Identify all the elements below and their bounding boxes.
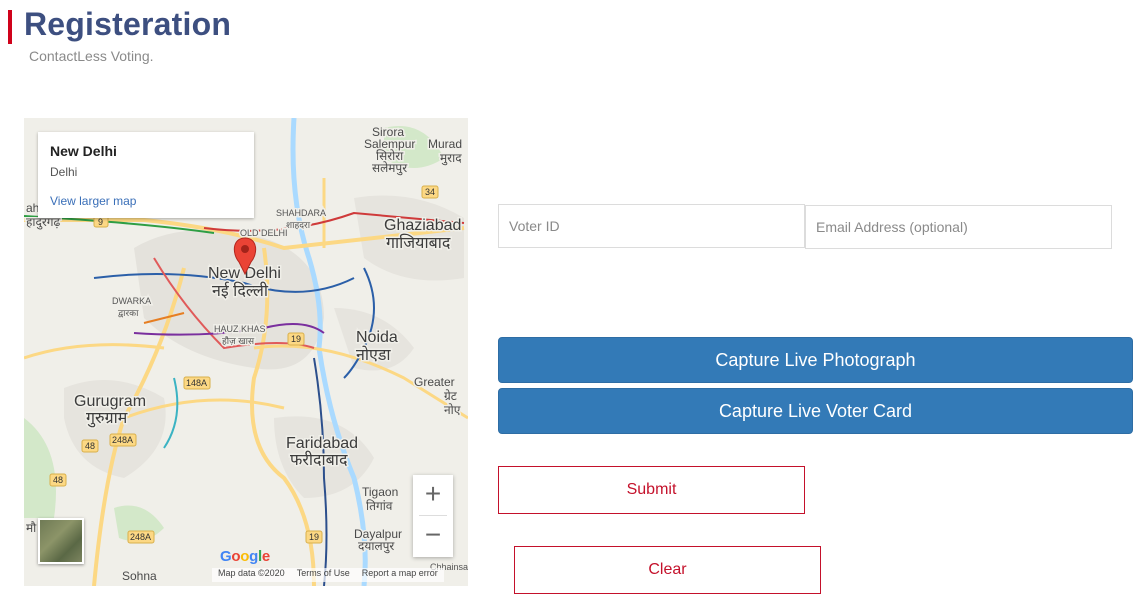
svg-text:148A: 148A <box>186 378 207 388</box>
map-label-greater: Greater <box>414 375 455 389</box>
svg-text:9: 9 <box>98 217 103 227</box>
map-label-shahdara: SHAHDARA <box>276 208 326 218</box>
map-label-noida-frag: नोए <box>444 403 461 417</box>
email-input[interactable] <box>806 206 1111 248</box>
google-logo-letter: G <box>220 548 232 565</box>
map-label-dwarka: DWARKA <box>112 296 151 306</box>
svg-text:34: 34 <box>425 187 435 197</box>
map-label-noida-hi: नोएडा <box>356 345 391 364</box>
road-badge-19: 19 <box>287 332 305 346</box>
svg-text:248A: 248A <box>112 435 133 445</box>
report-map-error-link[interactable]: Report a map error <box>362 568 438 582</box>
map-label-gurugram: Gurugram <box>74 393 146 410</box>
svg-text:248A: 248A <box>130 532 151 542</box>
embedded-map[interactable]: New Delhi नई दिल्ली Ghaziabad गाजियाबाद … <box>24 118 468 586</box>
email-field[interactable] <box>805 205 1112 249</box>
map-label-noida: Noida <box>356 329 398 346</box>
page-subtitle: ContactLess Voting. <box>29 48 154 64</box>
map-label-faridabad-hi: फरीदाबाद <box>290 450 348 469</box>
google-logo-letter: e <box>261 548 270 565</box>
map-label-greater-hi: ग्रेट <box>444 389 458 403</box>
road-badge-148a: 148A <box>183 376 211 390</box>
road-badge-48: 48 <box>81 439 99 453</box>
zoom-out-button[interactable]: − <box>413 516 453 556</box>
road-badge-48b: 48 <box>49 473 67 487</box>
map-label-murad: Murad <box>428 137 462 151</box>
svg-text:19: 19 <box>309 532 319 542</box>
google-logo-letter: o <box>231 548 241 565</box>
map-label-mari: मौ <box>26 521 37 535</box>
map-label-salempur-hi: सलेमपुर <box>372 161 408 176</box>
capture-live-photograph-button[interactable]: Capture Live Photograph <box>498 337 1133 383</box>
svg-text:48: 48 <box>85 441 95 451</box>
road-badge-19b: 19 <box>305 530 323 544</box>
clear-button[interactable]: Clear <box>514 546 821 594</box>
terms-of-use-link[interactable]: Terms of Use <box>297 568 350 582</box>
voter-id-field[interactable] <box>498 204 805 248</box>
google-logo: Google <box>220 548 270 565</box>
map-label-old-delhi: OLD DELHI <box>240 228 288 238</box>
google-logo-letter: g <box>249 548 258 565</box>
map-info-card: New Delhi Delhi View larger map <box>38 132 254 218</box>
view-larger-map-link[interactable]: View larger map <box>50 194 136 208</box>
map-label-ghaziabad: Ghaziabad <box>384 217 461 234</box>
map-attribution: Map data ©2020 Terms of Use Report a map… <box>212 568 444 582</box>
map-data-text: Map data ©2020 <box>218 568 285 578</box>
map-label-shahdara-hi: शाहदरा <box>286 220 311 230</box>
google-logo-letter: o <box>240 548 250 565</box>
svg-text:48: 48 <box>53 475 63 485</box>
road-badge-248a-b: 248A <box>127 530 155 544</box>
map-label-new-delhi-hi: नई दिल्ली <box>212 281 269 300</box>
map-label-ghaziabad-hi: गाजियाबाद <box>386 233 451 252</box>
zoom-controls: + − <box>413 475 453 557</box>
svg-text:19: 19 <box>291 334 301 344</box>
info-card-subtitle: Delhi <box>50 165 78 179</box>
info-card-title: New Delhi <box>50 143 117 159</box>
satellite-view-toggle[interactable] <box>38 518 84 564</box>
map-label-sohna: Sohna <box>122 569 157 583</box>
map-label-hauz-khas-hi: हौज़ खास <box>222 335 255 346</box>
road-badge-248a: 248A <box>109 433 137 447</box>
title-accent-bar <box>8 10 12 44</box>
capture-live-voter-card-button[interactable]: Capture Live Voter Card <box>498 388 1133 434</box>
map-label-tigaon: Tigaon <box>362 485 398 499</box>
map-label-faridabad: Faridabad <box>286 435 358 452</box>
road-badge-34: 34 <box>421 185 439 199</box>
zoom-in-button[interactable]: + <box>413 475 453 515</box>
map-label-dayalpur-hi: दयालपुर <box>358 539 395 554</box>
voter-id-input[interactable] <box>499 205 804 247</box>
submit-button[interactable]: Submit <box>498 466 805 514</box>
page-title: Registeration <box>24 6 232 42</box>
map-label-dwarka-hi: द्वारका <box>118 308 139 318</box>
map-label-murad-hi: मुराद <box>440 151 462 166</box>
map-label-gurugram-hi: गुरुग्राम <box>86 410 128 428</box>
map-label-tigaon-hi: तिगांव <box>366 499 393 513</box>
map-label-hauz-khas: HAUZ KHAS <box>214 324 266 334</box>
